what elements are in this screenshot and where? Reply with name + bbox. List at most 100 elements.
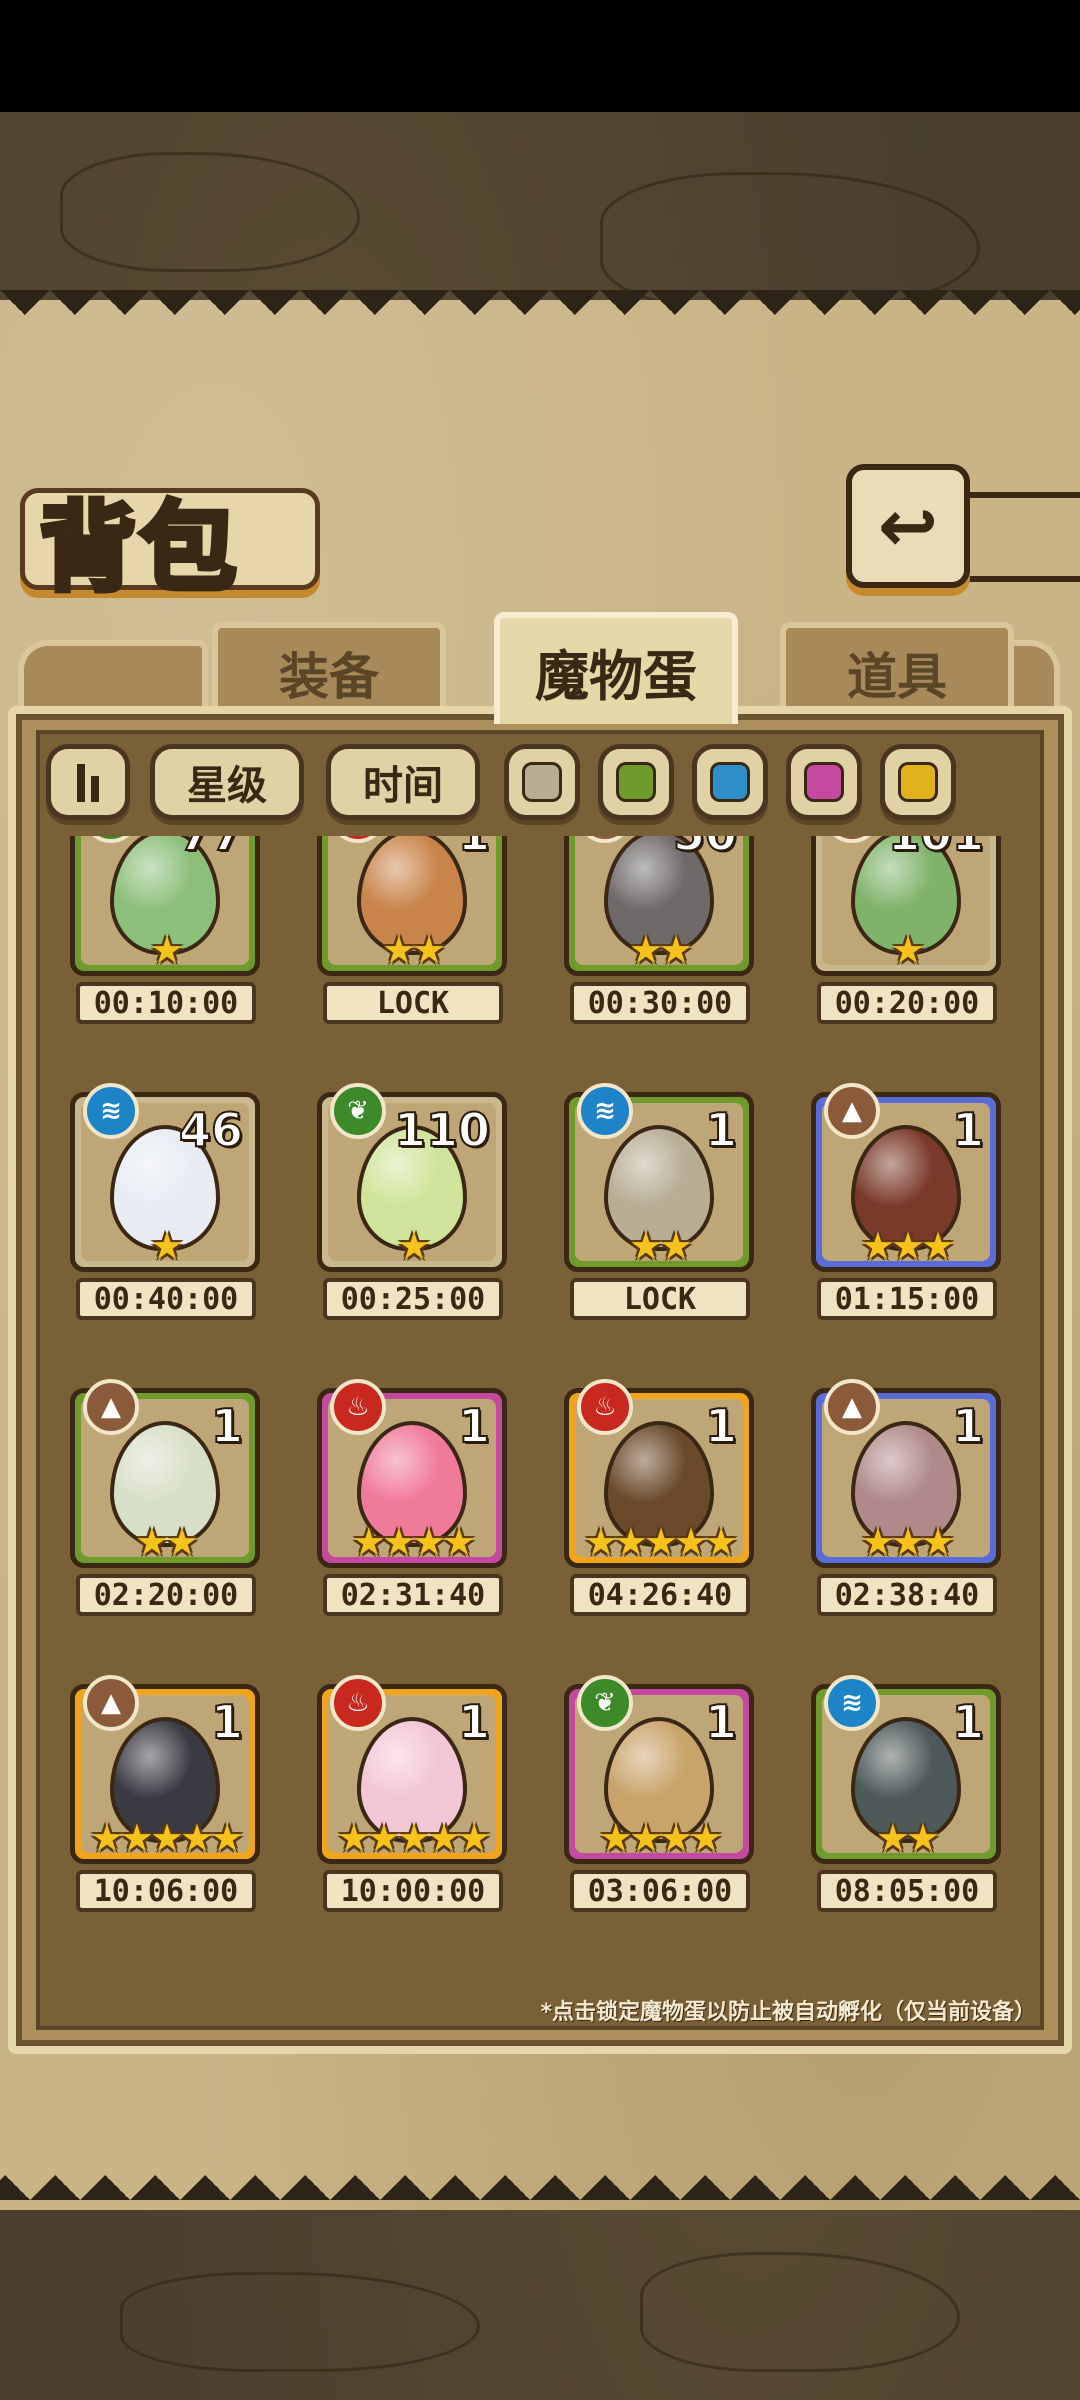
star-rating: ★★★★ (598, 1816, 723, 1860)
egg-card[interactable]: 1 ▲ ★★★★★ 10:06:00 (50, 1675, 260, 1914)
filter-gold-button[interactable] (880, 744, 956, 820)
egg-card[interactable]: 1 ♨ ★★★★★ 10:00:00 (297, 1675, 507, 1914)
egg-card[interactable]: 1 ♨ ★★★★★ 04:26:40 (544, 1379, 754, 1618)
blue-swatch (710, 762, 750, 802)
leaf-icon: ❦ (577, 1675, 633, 1731)
leaf-icon: ❦ (330, 1083, 386, 1139)
status-bar-area (0, 0, 1080, 112)
sort-order-button[interactable] (46, 744, 130, 820)
egg-count: 1 (951, 1694, 985, 1750)
egg-card[interactable]: 77❦★00:10:00 (50, 836, 260, 1026)
star-rating: ★★★★★ (336, 1816, 491, 1860)
egg-card[interactable]: 110 ❦ ★ 00:25:00 (297, 1083, 507, 1322)
star-rating: ★ (149, 928, 184, 972)
filter-green-button[interactable] (598, 744, 674, 820)
egg-card[interactable]: 46 ≋ ★ 00:40:00 (50, 1083, 260, 1322)
fire-icon: ♨ (330, 1675, 386, 1731)
tab-equipment[interactable]: 装备 (212, 622, 446, 718)
egg-card[interactable]: 1 ▲ ★★★ 02:38:40 (791, 1379, 1001, 1618)
water-icon: ≋ (83, 1083, 139, 1139)
hatch-timer: 00:10:00 (76, 982, 256, 1024)
hatch-timer: 10:06:00 (76, 1870, 256, 1912)
sort-by-time-label: 时间 (363, 763, 443, 809)
egg-count: 46 (178, 1102, 244, 1158)
star-rating: ★ (149, 1224, 184, 1268)
star-rating: ★★★★★ (583, 1520, 738, 1564)
star-rating: ★ (396, 1224, 431, 1268)
gold-swatch (898, 762, 938, 802)
earth-icon: ▲ (83, 1379, 139, 1435)
gray-swatch (522, 762, 562, 802)
egg-card[interactable]: 1 ≋ ★★ 08:05:00 (791, 1675, 1001, 1914)
fire-icon: ♨ (330, 1379, 386, 1435)
star-rating: ★★ (875, 1816, 940, 1860)
green-swatch (616, 762, 656, 802)
star-rating: ★★★★ (351, 1520, 476, 1564)
sort-by-stars-label: 星级 (187, 763, 267, 809)
tab-label: 道具 (847, 647, 947, 706)
hatch-timer: 00:40:00 (76, 1278, 256, 1320)
filter-gray-button[interactable] (504, 744, 580, 820)
hatch-timer: 02:38:40 (817, 1574, 997, 1616)
back-button-rail (960, 492, 1080, 582)
egg-count: 1 (951, 1398, 985, 1454)
egg-count: 1 (704, 1694, 738, 1750)
filter-blue-button[interactable] (692, 744, 768, 820)
egg-card[interactable]: 101▲★00:20:00 (791, 836, 1001, 1026)
egg-count: 1 (457, 836, 491, 862)
earth-icon: ▲ (824, 1083, 880, 1139)
hatch-timer: 10:00:00 (323, 1870, 503, 1912)
sort-by-time-button[interactable]: 时间 (326, 744, 480, 820)
egg-count: 1 (704, 1398, 738, 1454)
hatch-timer: 00:30:00 (570, 982, 750, 1024)
tab-label: 装备 (279, 647, 379, 706)
egg-count: 101 (887, 836, 985, 862)
egg-card[interactable]: 1 ❦ ★★★★ 03:06:00 (544, 1675, 754, 1914)
hatch-timer: 01:15:00 (817, 1278, 997, 1320)
torn-edge-top (0, 290, 1080, 340)
hatch-timer: 02:20:00 (76, 1574, 256, 1616)
egg-count: 1 (951, 1102, 985, 1158)
egg-card[interactable]: 1 ▲ ★★★ 01:15:00 (791, 1083, 1001, 1322)
star-rating: ★★★ (860, 1224, 955, 1268)
egg-card[interactable]: 1♨★★LOCK (297, 836, 507, 1026)
tab-monster-eggs[interactable]: 魔物蛋 (494, 612, 738, 724)
egg-count: 1 (457, 1694, 491, 1750)
egg-count: 1 (704, 1102, 738, 1158)
lock-hint-footnote: *点击锁定魔物蛋以防止被自动孵化（仅当前设备） (540, 2000, 1036, 2025)
sort-by-stars-button[interactable]: 星级 (150, 744, 304, 820)
egg-count: 77 (178, 836, 244, 862)
purple-swatch (804, 762, 844, 802)
filter-purple-button[interactable] (786, 744, 862, 820)
torn-edge-bottom (0, 2150, 1080, 2200)
sort-toggle-icon (77, 762, 99, 802)
hatch-timer: 03:06:00 (570, 1870, 750, 1912)
egg-card[interactable]: 1 ♨ ★★★★ 02:31:40 (297, 1379, 507, 1618)
egg-count: 1 (210, 1694, 244, 1750)
star-rating: ★★ (628, 1224, 693, 1268)
water-icon: ≋ (824, 1675, 880, 1731)
star-rating: ★ (890, 928, 925, 972)
lock-badge: LOCK (323, 982, 503, 1024)
star-rating: ★★ (134, 1520, 199, 1564)
star-rating: ★★ (381, 928, 446, 972)
hatch-timer: 02:31:40 (323, 1574, 503, 1616)
star-rating: ★★★★★ (89, 1816, 244, 1860)
egg-card[interactable]: 1 ≋ ★★ LOCK (544, 1083, 754, 1322)
hatch-timer: 04:26:40 (570, 1574, 750, 1616)
fire-icon: ♨ (577, 1379, 633, 1435)
earth-icon: ▲ (83, 1675, 139, 1731)
star-rating: ★★★ (860, 1520, 955, 1564)
hatch-timer: 00:20:00 (817, 982, 997, 1024)
water-icon: ≋ (577, 1083, 633, 1139)
egg-count: 110 (393, 1102, 491, 1158)
tab-items[interactable]: 道具 (780, 622, 1014, 718)
hatch-timer: 08:05:00 (817, 1870, 997, 1912)
back-button[interactable]: ↩ (846, 464, 970, 588)
egg-count: 1 (457, 1398, 491, 1454)
page-title: 背包 (37, 488, 240, 607)
egg-card[interactable]: 1 ▲ ★★ 02:20:00 (50, 1379, 260, 1618)
lock-badge: LOCK (570, 1278, 750, 1320)
egg-card[interactable]: 50▲★★00:30:00 (544, 836, 754, 1026)
earth-icon: ▲ (824, 1379, 880, 1435)
